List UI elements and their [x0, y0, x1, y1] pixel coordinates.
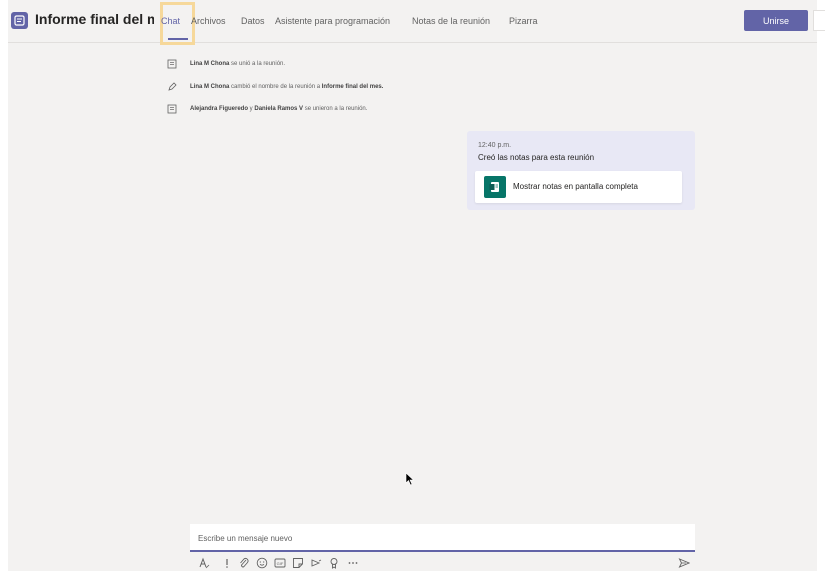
important-icon[interactable] [221, 557, 233, 569]
meeting-chat-icon [11, 12, 28, 29]
message-text: Creó las notas para esta reunión [478, 153, 595, 162]
join-button[interactable]: Unirse [744, 10, 808, 31]
sticker-icon[interactable] [292, 557, 304, 569]
tab-asistente-programacion[interactable]: Asistente para programación [275, 16, 390, 26]
system-actor[interactable]: Lina M Chona [190, 61, 229, 67]
window-frame-left [0, 0, 8, 574]
compose-box [190, 524, 695, 552]
tab-chat[interactable]: Chat [161, 16, 180, 26]
notes-message-bubble: 12:40 p.m. Creó las notas para esta reun… [467, 131, 695, 210]
notes-icon [484, 176, 506, 198]
meeting-title: Informe final del mes [35, 11, 154, 27]
more-options-icon[interactable] [347, 557, 359, 569]
format-icon[interactable] [198, 557, 210, 569]
system-text: se unió a la reunión. [229, 61, 286, 67]
gif-icon[interactable]: GIF [274, 557, 286, 569]
system-text: cambió el nombre de la reunión a [229, 84, 322, 90]
participant-join-icon [167, 104, 177, 114]
system-target: Informe final del mes. [321, 84, 384, 90]
tab-notas-reunion[interactable]: Notas de la reunión [412, 16, 490, 26]
window-frame-right [817, 0, 825, 574]
emoji-icon[interactable] [256, 557, 268, 569]
meeting-header: Informe final del mes Chat Archivos Dato… [8, 0, 825, 45]
send-icon[interactable] [678, 557, 690, 569]
compose-toolbar: GIF [194, 557, 694, 571]
attach-icon[interactable] [238, 557, 250, 569]
system-actor[interactable]: Lina M Chona [190, 84, 229, 90]
tab-pizarra[interactable]: Pizarra [509, 16, 538, 26]
notes-card-label: Mostrar notas en pantalla completa [513, 182, 638, 191]
participant-join-icon [167, 59, 177, 69]
message-input[interactable] [198, 531, 678, 545]
system-text: se unieron a la reunión. [303, 106, 368, 112]
edit-pencil-icon [168, 82, 177, 91]
show-notes-fullscreen-card[interactable]: Mostrar notas en pantalla completa [475, 171, 682, 203]
system-actor[interactable]: Daniela Ramos V [254, 106, 303, 112]
active-tab-indicator [168, 38, 188, 40]
system-actor[interactable]: Alejandra Figueredo [190, 106, 248, 112]
message-timestamp: 12:40 p.m. [478, 142, 512, 149]
tab-archivos[interactable]: Archivos [191, 16, 226, 26]
svg-text:GIF: GIF [277, 561, 284, 566]
meet-now-icon[interactable] [310, 557, 322, 569]
praise-icon[interactable] [328, 557, 340, 569]
tab-datos[interactable]: Datos [241, 16, 265, 26]
more-header-control[interactable] [813, 10, 825, 31]
mouse-cursor-icon [405, 472, 415, 486]
